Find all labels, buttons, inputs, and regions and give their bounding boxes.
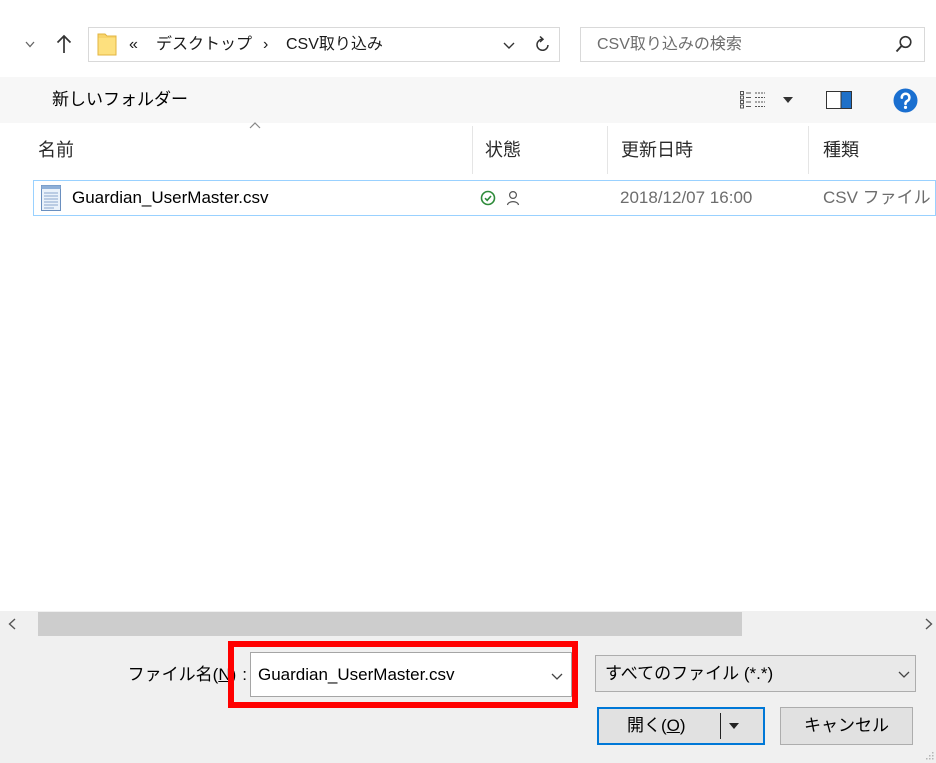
horizontal-scrollbar[interactable] [0, 611, 936, 637]
file-name-label-text: ファイル名( [127, 665, 219, 684]
search-icon[interactable] [895, 35, 913, 53]
help-icon [893, 88, 918, 113]
search-box[interactable] [580, 27, 925, 62]
chevron-down-icon [25, 41, 35, 48]
file-name-accelerator: N [218, 665, 231, 684]
column-label-status: 状態 [485, 140, 521, 160]
preview-pane-button[interactable] [820, 85, 858, 115]
preview-pane-icon [826, 91, 852, 109]
dropdown-arrow-icon [729, 723, 739, 729]
address-dropdown-button[interactable] [495, 28, 523, 61]
change-view-button[interactable] [736, 85, 798, 115]
up-arrow-icon [56, 34, 72, 53]
up-button[interactable] [53, 32, 75, 56]
file-name-label-close: ) [230, 665, 237, 684]
chevron-down-icon [898, 671, 910, 678]
open-button-label: 開く(O) [627, 709, 686, 743]
breadcrumb-separator[interactable]: › [263, 28, 268, 61]
file-row[interactable]: Guardian_UserMaster.csv 2018/12/07 16:00… [33, 180, 936, 216]
file-name-combobox[interactable] [250, 652, 572, 697]
open-options-button[interactable] [721, 709, 763, 743]
address-bar[interactable]: « デスクトップ › CSV取り込み [88, 27, 560, 62]
help-button[interactable] [890, 85, 921, 116]
breadcrumb-desktop[interactable]: デスクトップ [156, 28, 252, 61]
column-header-row: 名前 状態 更新日時 種類 [0, 122, 936, 176]
file-type: CSV ファイル [823, 188, 931, 207]
file-name-input[interactable] [251, 653, 548, 696]
breadcrumb-current[interactable]: CSV取り込み [286, 28, 383, 61]
h-scroll-track[interactable] [38, 611, 918, 637]
recent-locations-button[interactable] [22, 36, 38, 52]
column-label-modified: 更新日時 [621, 140, 693, 160]
file-name-label-colon: : [242, 665, 247, 684]
file-name: Guardian_UserMaster.csv [72, 188, 269, 207]
open-label-text: 開く( [627, 716, 667, 735]
refresh-button[interactable] [525, 28, 558, 61]
file-modified: 2018/12/07 16:00 [620, 188, 753, 207]
dialog-footer: ファイル名(N): すべてのファイル (*.*) 開く(O) キャンセル [0, 637, 936, 763]
open-button[interactable]: 開く(O) [597, 707, 765, 745]
csv-file-icon [41, 185, 61, 211]
resize-grip-icon[interactable] [924, 750, 934, 760]
command-bar: 新しいフォルダー [0, 77, 936, 123]
cancel-button[interactable]: キャンセル [780, 707, 913, 745]
check-circle-icon [480, 190, 496, 206]
chevron-down-icon[interactable] [551, 673, 563, 680]
refresh-icon [536, 35, 549, 51]
column-header-modified[interactable]: 更新日時 [608, 124, 808, 176]
column-header-status[interactable]: 状態 [473, 124, 607, 176]
folder-icon [97, 33, 117, 56]
details-view-icon [740, 91, 765, 109]
open-accelerator: O [666, 716, 680, 735]
breadcrumb-overflow[interactable]: « [129, 28, 138, 61]
file-type-selected: すべてのファイル (*.*) [605, 664, 774, 683]
person-icon [506, 190, 520, 206]
file-name-label: ファイル名(N): [128, 657, 247, 693]
column-header-type[interactable]: 種類 [809, 124, 936, 176]
open-label-close: ) [679, 716, 686, 735]
sort-ascending-icon [249, 122, 261, 129]
file-type-dropdown[interactable]: すべてのファイル (*.*) [595, 655, 916, 692]
chevron-right-icon[interactable] [925, 618, 933, 630]
column-header-name[interactable]: 名前 [0, 122, 472, 176]
column-label-type: 種類 [823, 140, 859, 160]
search-input[interactable] [581, 28, 897, 61]
new-folder-button[interactable]: 新しいフォルダー [52, 77, 188, 123]
dropdown-arrow-icon [783, 97, 793, 103]
chevron-left-icon[interactable] [8, 618, 16, 630]
h-scroll-thumb[interactable] [38, 612, 742, 636]
column-label-name: 名前 [38, 140, 74, 160]
chevron-down-icon [503, 42, 515, 49]
